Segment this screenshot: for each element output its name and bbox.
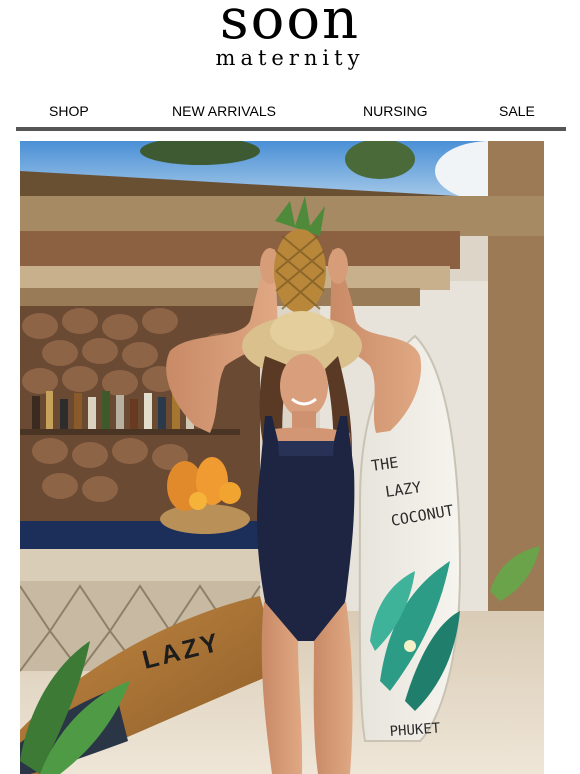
surfboard-text-the: THE (370, 453, 399, 475)
main-nav: SHOP NEW ARRIVALS NURSING SALE (16, 95, 566, 125)
nav-sale[interactable]: SALE (499, 102, 535, 120)
hero-image[interactable]: THE LAZY COCONUT PHUKET LAZY (20, 141, 544, 774)
nav-new-arrivals[interactable]: NEW ARRIVALS (172, 102, 276, 120)
brand-name: soon (219, 0, 361, 52)
nav-shop[interactable]: SHOP (49, 102, 89, 120)
brand-tagline: maternity (215, 46, 365, 70)
nav-nursing[interactable]: NURSING (363, 102, 428, 120)
nav-divider (16, 127, 566, 131)
